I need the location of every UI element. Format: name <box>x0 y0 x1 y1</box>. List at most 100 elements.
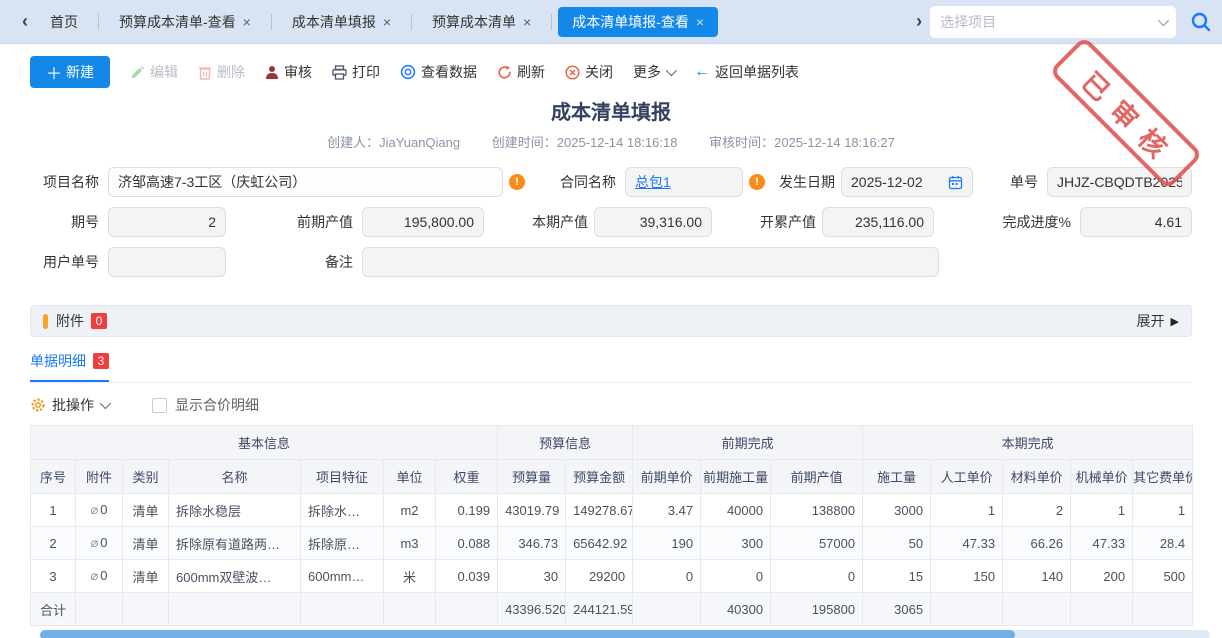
delete-button[interactable]: 删除 <box>198 62 245 82</box>
cell: 拆除水… <box>301 494 384 527</box>
cell: 150 <box>931 560 1003 593</box>
tab-close-icon[interactable]: × <box>383 14 391 30</box>
refresh-button[interactable]: 刷新 <box>497 62 545 82</box>
print-button[interactable]: 打印 <box>332 62 380 82</box>
attachment-marker-icon <box>43 314 48 329</box>
tab-label: 成本清单填报 <box>292 12 376 32</box>
field-label: 前期产值 <box>274 212 362 232</box>
field-label: 合同名称 <box>555 172 625 192</box>
remark-input[interactable] <box>362 247 939 277</box>
current-output-input[interactable]: 39,316.00 <box>594 207 712 237</box>
checkbox-label: 显示合价明细 <box>175 395 259 415</box>
search-icon[interactable] <box>1190 11 1212 33</box>
prev-output-input[interactable]: 195,800.00 <box>362 207 484 237</box>
close-button[interactable]: 关闭 <box>565 62 613 82</box>
tabs-scroll-right-icon[interactable]: › <box>908 11 930 32</box>
field-label: 用户单号 <box>30 252 108 272</box>
table-row[interactable]: 1⌀0清单拆除水稳层拆除水…m20.19943019.79149278.673.… <box>31 494 1193 527</box>
tab-close-icon[interactable]: × <box>696 14 704 30</box>
scrollbar-thumb[interactable] <box>40 630 1015 638</box>
field-contract-name: 合同名称 总包1 ! <box>555 167 765 197</box>
field-user-doc-no: 用户单号 <box>30 247 226 277</box>
doc-no-input[interactable]: JHJZ-CBQDTB2025 <box>1047 167 1192 197</box>
toolbar: ＋新建 编辑 删除 审核 打印 查看数据 刷新 关闭 <box>30 56 1192 88</box>
trash-icon <box>198 65 212 80</box>
calendar-icon[interactable] <box>948 175 963 190</box>
cell: ⌀0 <box>76 527 123 560</box>
cell: 0.088 <box>436 527 498 560</box>
tab-separator <box>551 14 552 30</box>
close-circle-icon <box>565 65 580 80</box>
field-remark: 备注 <box>274 247 939 277</box>
attachment-label: 附件 <box>56 311 84 331</box>
paperclip-icon: ⌀ <box>90 536 98 551</box>
doc-meta: 创建人：JiaYuanQiang 创建时间：2025-12-14 18:16:1… <box>0 132 1222 151</box>
tab-3[interactable]: 预算成本清单× <box>418 7 545 37</box>
tabs: 首页预算成本清单-查看×成本清单填报×预算成本清单×成本清单填报-查看× <box>36 0 718 43</box>
tab-0[interactable]: 首页 <box>36 7 92 37</box>
table-row[interactable]: 3⌀0清单600mm双壁波…600mm…米0.03930292000001515… <box>31 560 1193 593</box>
more-button[interactable]: 更多 <box>633 62 674 82</box>
cell <box>633 593 701 626</box>
column-group: 前期完成 <box>633 426 863 460</box>
table-row[interactable]: 2⌀0清单拆除原有道路两…拆除原…m30.088346.7365642.9219… <box>31 527 1193 560</box>
progress-input[interactable]: 4.61 <box>1080 207 1192 237</box>
batch-operation-button[interactable]: 批操作 <box>30 395 108 415</box>
tab-1[interactable]: 预算成本清单-查看× <box>105 7 265 37</box>
period-no-input[interactable]: 2 <box>108 207 226 237</box>
edit-button[interactable]: 编辑 <box>130 62 178 82</box>
form: 项目名称 济邹高速7-3工区（庆虹公司） ! 合同名称 总包1 ! 发生日期 2… <box>30 167 1192 277</box>
field-doc-no: 单号 JHJZ-CBQDTB2025 <box>1007 167 1192 197</box>
pencil-icon <box>130 65 145 80</box>
tab-detail[interactable]: 单据明细 3 <box>30 351 109 382</box>
chevron-down-icon <box>100 398 111 409</box>
tab-label: 首页 <box>50 12 78 32</box>
creator-text: 创建人：JiaYuanQiang <box>327 135 460 150</box>
attachment-panel[interactable]: 附件 0 展开 ▶ <box>30 305 1192 337</box>
field-label: 项目名称 <box>30 172 108 192</box>
horizontal-scrollbar[interactable] <box>40 630 1210 638</box>
checkbox-icon[interactable] <box>152 398 167 413</box>
plus-icon: ＋ <box>46 60 62 84</box>
user-doc-no-input[interactable] <box>108 247 226 277</box>
table-total-row: 合计43396.520244121.590403001958003065 <box>31 593 1193 626</box>
paperclip-icon: ⌀ <box>90 569 98 584</box>
column-header: 类别 <box>123 460 169 494</box>
audited-time-text: 审核时间：2025-12-14 18:16:27 <box>709 135 895 150</box>
accum-output-input[interactable]: 235,116.00 <box>822 207 934 237</box>
back-to-list-button[interactable]: ← 返回单据列表 <box>694 62 799 82</box>
expand-button[interactable]: 展开 ▶ <box>1137 311 1179 331</box>
cell: 1 <box>31 494 76 527</box>
column-header-row: 序号附件类别名称项目特征单位权重预算量预算金额前期单价前期施工量前期产值施工量人… <box>31 460 1193 494</box>
tab-close-icon[interactable]: × <box>523 14 531 30</box>
cell: 15 <box>863 560 931 593</box>
form-row-3: 用户单号 备注 <box>30 247 1192 277</box>
project-select-placeholder: 选择项目 <box>940 12 996 32</box>
cell: 600mm… <box>301 560 384 593</box>
group-header-row: 基本信息预算信息前期完成本期完成 <box>31 426 1193 460</box>
cell: 66.26 <box>1003 527 1071 560</box>
column-group: 基本信息 <box>31 426 498 460</box>
view-data-button[interactable]: 查看数据 <box>400 62 477 82</box>
contract-name-input[interactable]: 总包1 <box>625 167 743 197</box>
field-label: 完成进度% <box>1000 212 1080 232</box>
column-header: 项目特征 <box>301 460 384 494</box>
contract-link[interactable]: 总包1 <box>635 172 671 192</box>
cell: m3 <box>384 527 436 560</box>
gear-icon <box>30 397 46 413</box>
audit-button[interactable]: 审核 <box>265 62 312 82</box>
tabs-scroll-left-icon[interactable]: ‹ <box>14 11 36 32</box>
column-group: 预算信息 <box>498 426 633 460</box>
project-name-input[interactable]: 济邹高速7-3工区（庆虹公司） <box>108 167 503 197</box>
tab-close-icon[interactable]: × <box>243 14 251 30</box>
show-total-detail-toggle[interactable]: 显示合价明细 <box>152 395 259 415</box>
new-button[interactable]: ＋新建 <box>30 56 110 88</box>
column-header: 预算金额 <box>566 460 633 494</box>
cell: 米 <box>384 560 436 593</box>
tab-2[interactable]: 成本清单填报 × <box>278 7 405 37</box>
column-header: 前期产值 <box>771 460 863 494</box>
occur-date-input[interactable]: 2025-12-02 <box>841 167 973 197</box>
tab-4[interactable]: 成本清单填报-查看× <box>558 7 718 37</box>
field-label: 开累产值 <box>760 212 822 232</box>
project-select[interactable]: 选择项目 <box>930 6 1176 38</box>
